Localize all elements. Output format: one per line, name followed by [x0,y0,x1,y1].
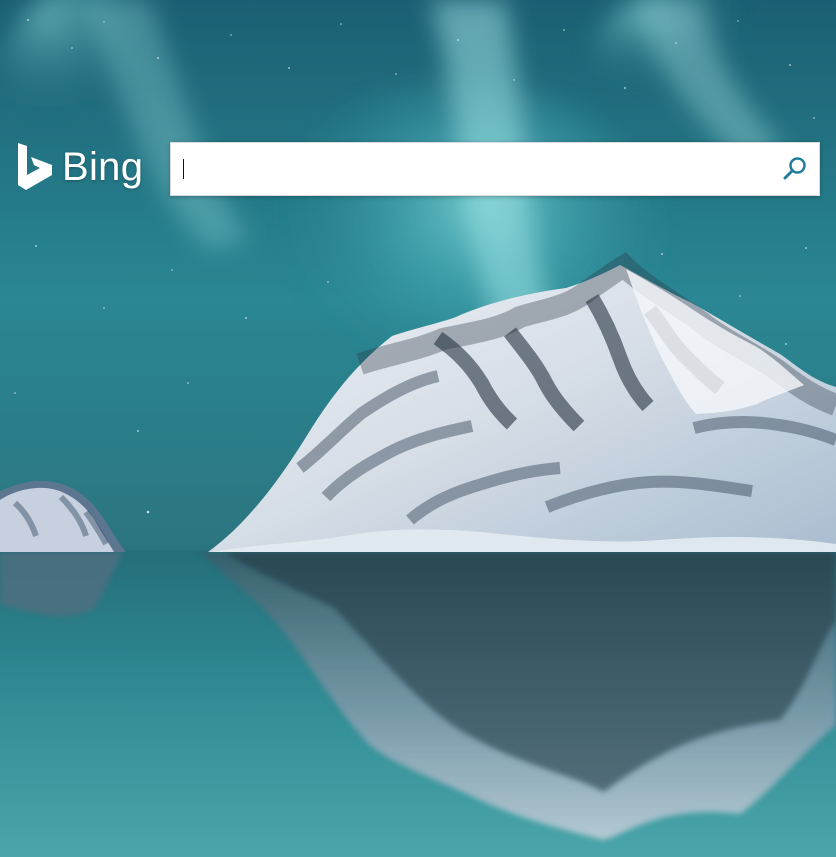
search-icon [783,157,806,180]
text-cursor [183,159,184,179]
bing-logo-text: Bing [62,145,144,189]
search-box[interactable] [170,142,820,196]
background-image [0,0,836,857]
bing-homepage: Bing [0,0,836,857]
bing-b-logo-icon [18,143,52,190]
search-button[interactable] [771,143,819,195]
bing-logo[interactable]: Bing [16,141,143,193]
search-input[interactable] [171,143,771,195]
